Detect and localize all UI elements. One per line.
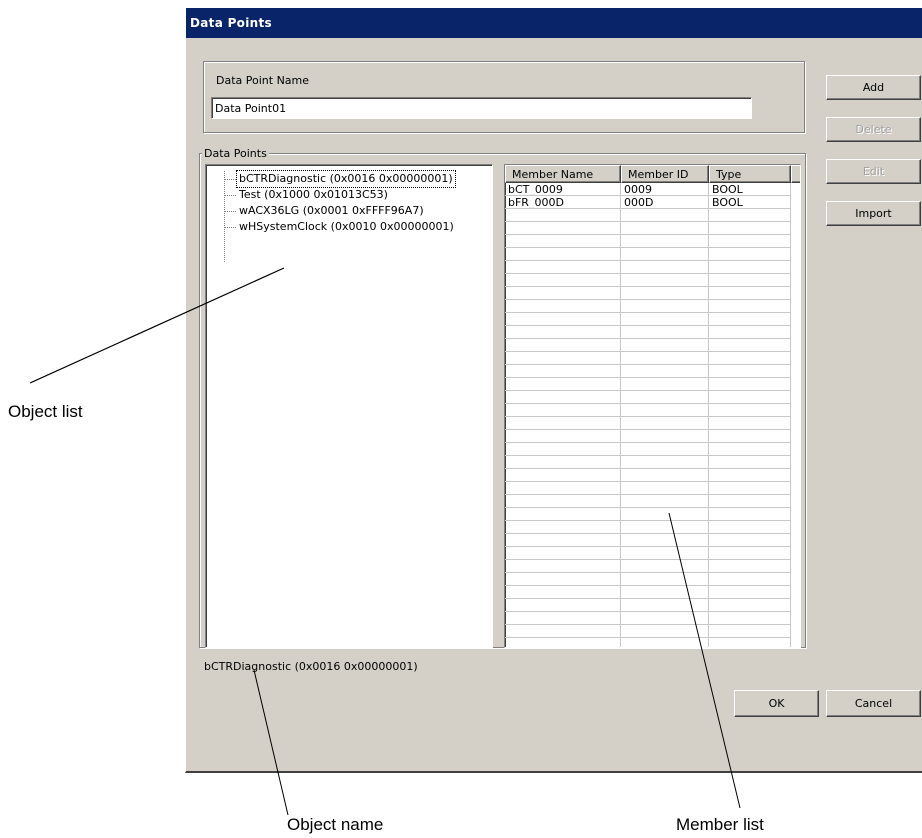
member-list-annotation: Member list bbox=[676, 815, 764, 834]
callout-lines bbox=[29, 267, 741, 816]
object-name-callout-line bbox=[253, 669, 289, 816]
member-list-callout-line bbox=[668, 512, 741, 809]
object-name-annotation: Object name bbox=[287, 815, 384, 834]
object-list-annotation: Object list bbox=[8, 402, 83, 421]
object-list-callout-line bbox=[29, 267, 285, 384]
